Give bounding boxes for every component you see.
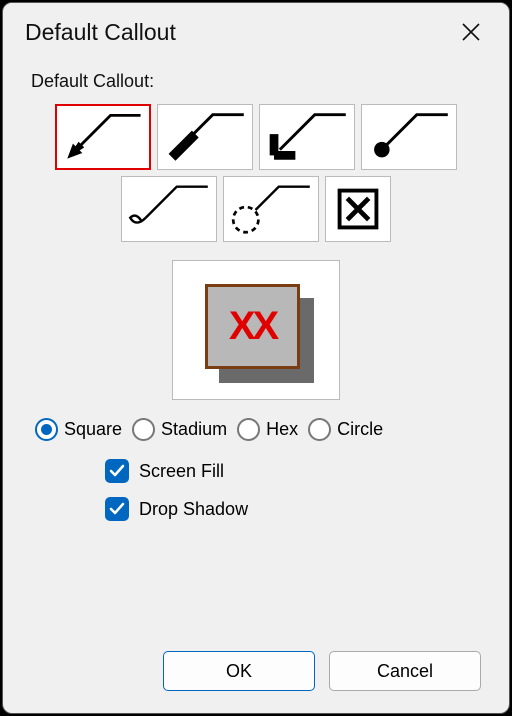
dialog-window: Default Callout Default Callout: bbox=[2, 2, 510, 714]
arrow-wide-icon bbox=[260, 105, 354, 169]
thumb-row bbox=[55, 104, 457, 170]
ok-button[interactable]: OK bbox=[163, 651, 315, 691]
radio-icon bbox=[132, 418, 155, 441]
close-button[interactable] bbox=[451, 12, 491, 52]
radio-circle[interactable]: Circle bbox=[308, 418, 383, 441]
radio-label: Hex bbox=[266, 419, 298, 440]
button-label: OK bbox=[226, 661, 252, 682]
callout-style-grid bbox=[31, 104, 481, 242]
checkbox-label: Drop Shadow bbox=[139, 499, 248, 520]
circle-dashed-icon bbox=[224, 177, 318, 241]
checkbox-drop-shadow[interactable]: Drop Shadow bbox=[105, 497, 481, 521]
checkbox-screen-fill[interactable]: Screen Fill bbox=[105, 459, 481, 483]
group-label: Default Callout: bbox=[31, 71, 481, 92]
checkbox-icon bbox=[105, 497, 129, 521]
dot-end-icon bbox=[362, 105, 456, 169]
dialog-button-row: OK Cancel bbox=[3, 651, 509, 713]
checkbox-label: Screen Fill bbox=[139, 461, 224, 482]
radio-icon bbox=[308, 418, 331, 441]
radio-label: Stadium bbox=[161, 419, 227, 440]
x-box-icon bbox=[326, 177, 390, 241]
preview-container: XX bbox=[31, 260, 481, 400]
checkbox-group: Screen Fill Drop Shadow bbox=[105, 459, 481, 521]
hook-end-icon bbox=[122, 177, 216, 241]
radio-label: Square bbox=[64, 419, 122, 440]
callout-style-arrow-filled[interactable] bbox=[55, 104, 151, 170]
button-label: Cancel bbox=[377, 661, 433, 682]
thumb-row bbox=[121, 176, 391, 242]
radio-stadium[interactable]: Stadium bbox=[132, 418, 227, 441]
preview-box: XX bbox=[172, 260, 340, 400]
radio-square[interactable]: Square bbox=[35, 418, 122, 441]
callout-style-arrow-wide[interactable] bbox=[259, 104, 355, 170]
preview-shape: XX bbox=[205, 284, 300, 369]
radio-hex[interactable]: Hex bbox=[237, 418, 298, 441]
radio-icon bbox=[35, 418, 58, 441]
radio-label: Circle bbox=[337, 419, 383, 440]
callout-style-hook-end[interactable] bbox=[121, 176, 217, 242]
radio-icon bbox=[237, 418, 260, 441]
preview-text: XX bbox=[229, 304, 276, 349]
line-thick-icon bbox=[158, 105, 252, 169]
callout-style-circle-dashed[interactable] bbox=[223, 176, 319, 242]
shape-radio-group: Square Stadium Hex Circle bbox=[35, 418, 481, 441]
arrow-filled-icon bbox=[57, 106, 149, 168]
dialog-content: Default Callout: bbox=[3, 61, 509, 651]
close-icon bbox=[461, 22, 481, 42]
preview-inner: XX bbox=[201, 280, 311, 380]
callout-style-dot-end[interactable] bbox=[361, 104, 457, 170]
callout-style-line-thick[interactable] bbox=[157, 104, 253, 170]
checkbox-icon bbox=[105, 459, 129, 483]
window-title: Default Callout bbox=[25, 19, 451, 46]
callout-style-x-box[interactable] bbox=[325, 176, 391, 242]
cancel-button[interactable]: Cancel bbox=[329, 651, 481, 691]
titlebar: Default Callout bbox=[3, 3, 509, 61]
